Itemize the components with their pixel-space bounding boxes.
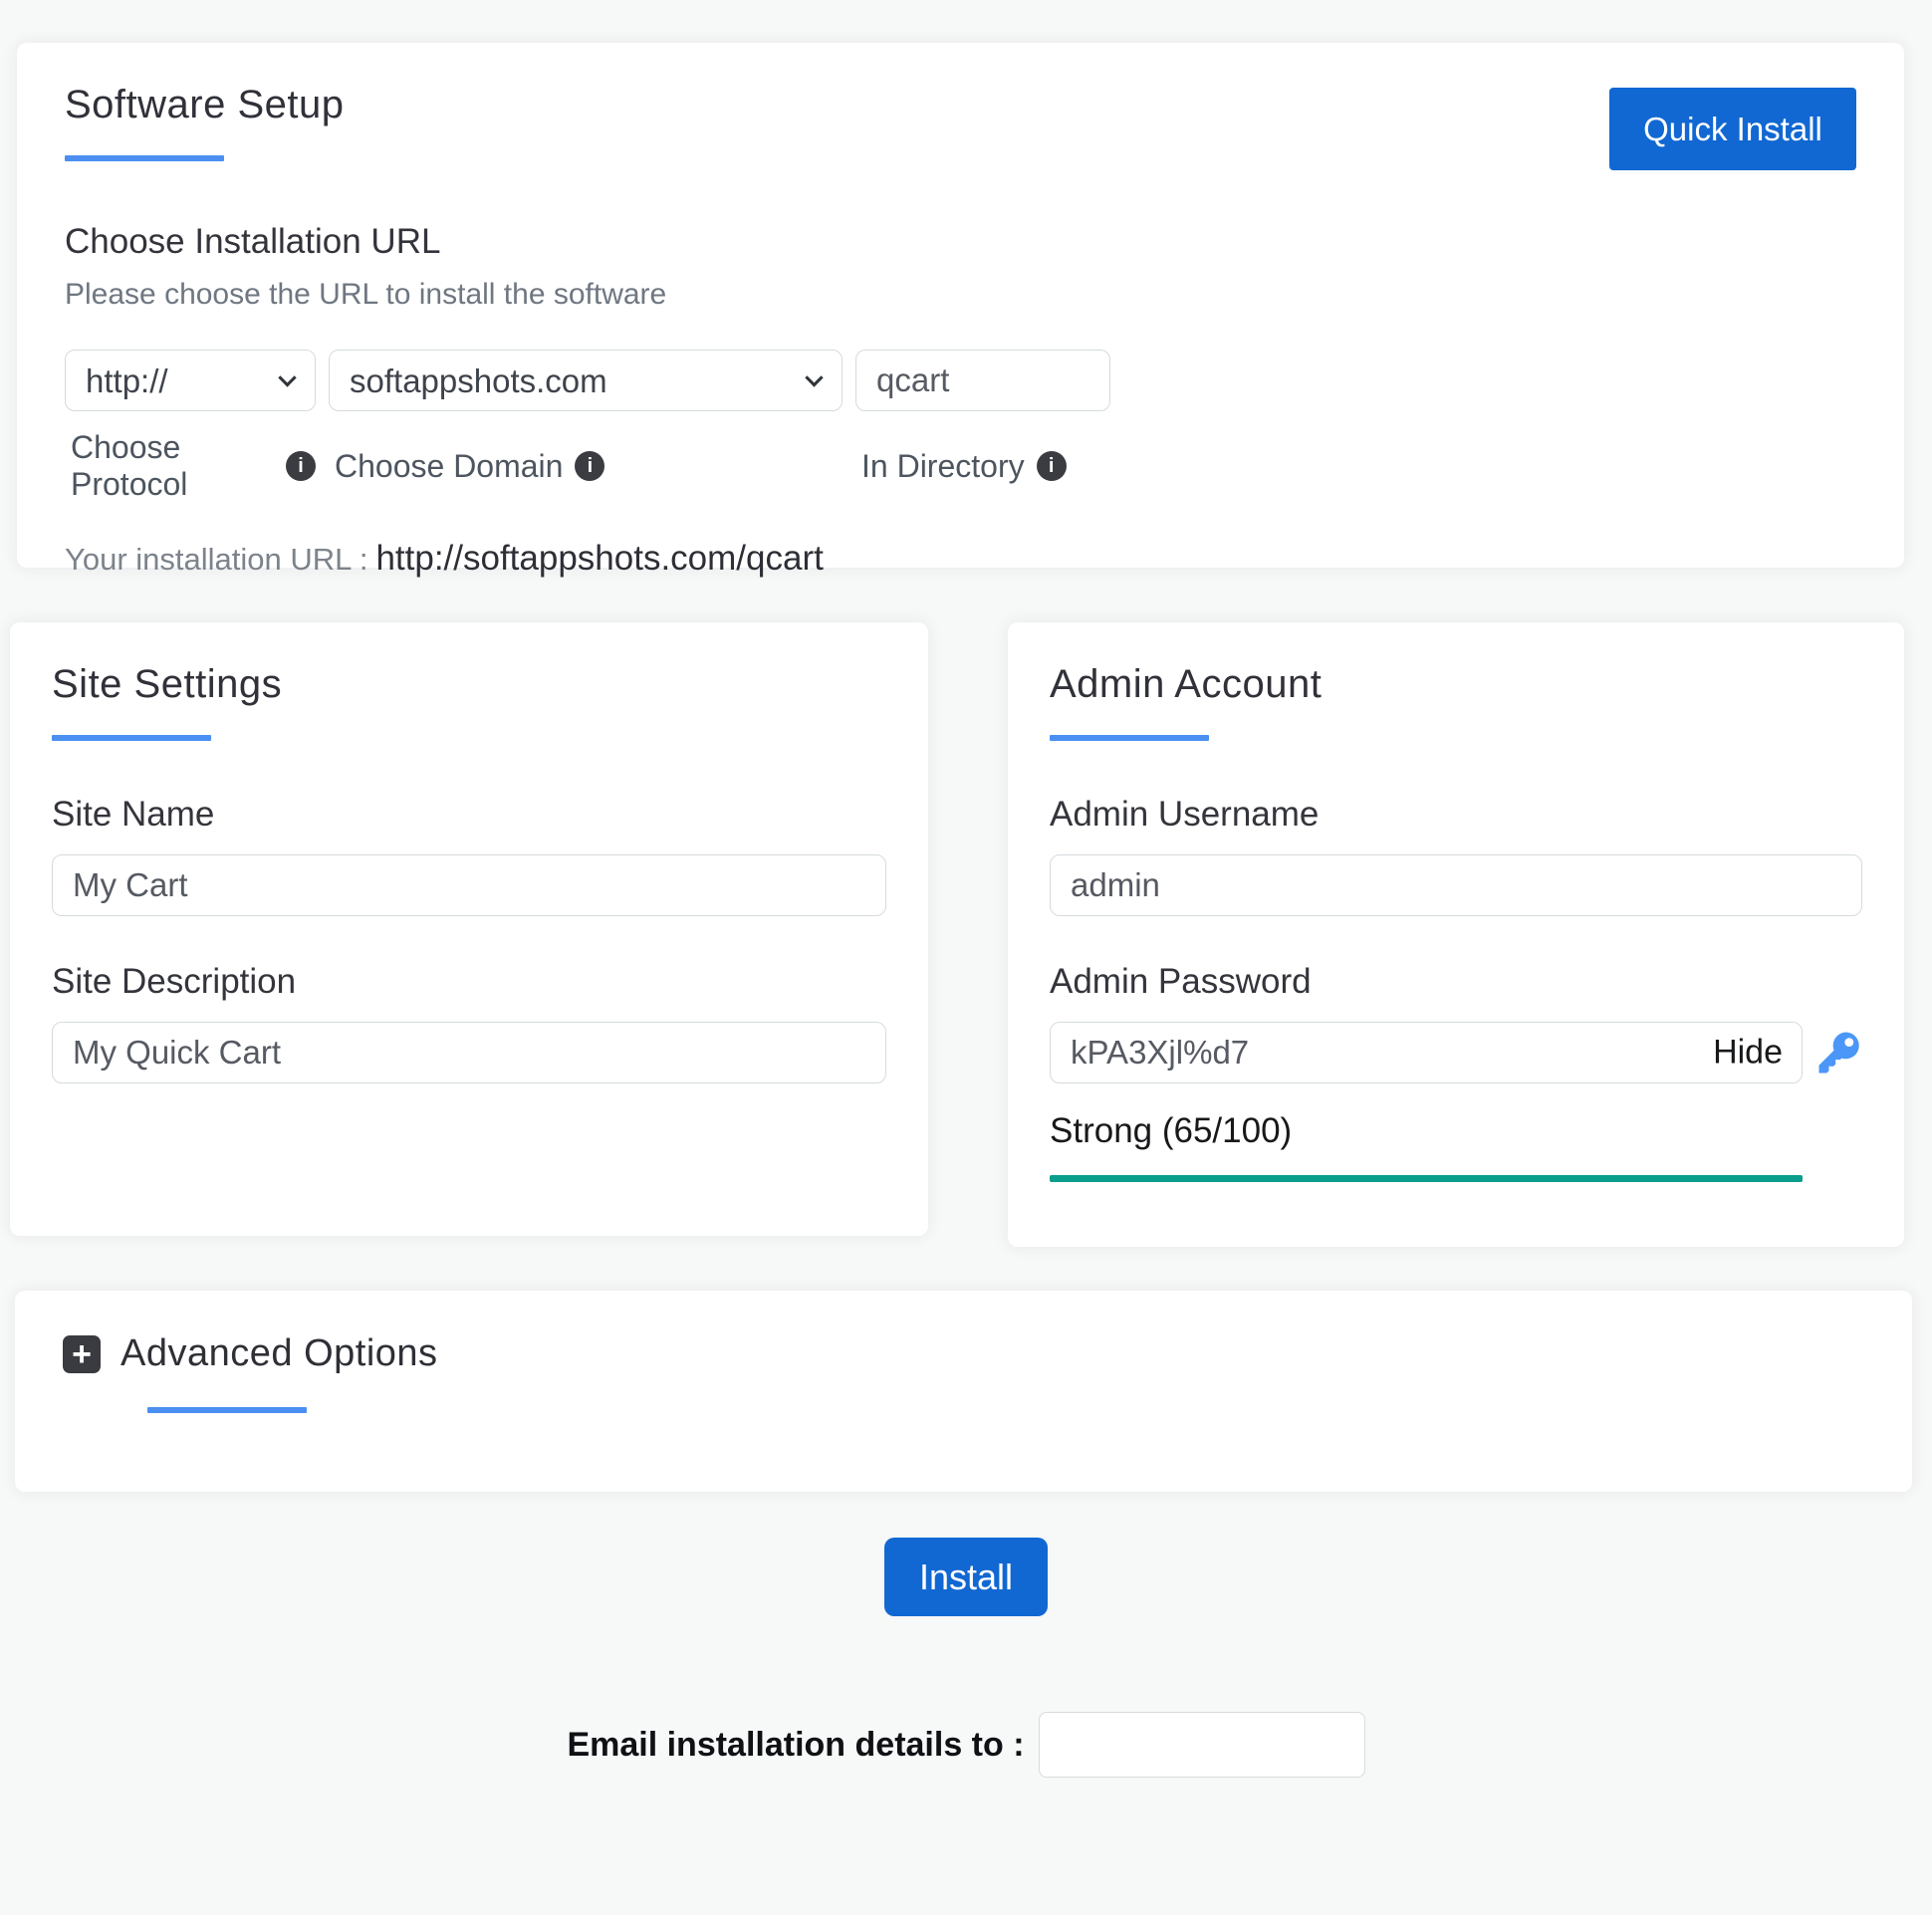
admin-username-label: Admin Username (1050, 795, 1320, 834)
directory-input[interactable] (855, 350, 1110, 411)
protocol-label: Choose Protocol (71, 429, 188, 502)
title-underline (65, 155, 224, 161)
admin-account-card: Admin Account Admin Username Admin Passw… (1008, 622, 1904, 1247)
advanced-options-title: Advanced Options (121, 1332, 438, 1374)
title-underline (147, 1407, 307, 1413)
install-button[interactable]: Install (884, 1538, 1048, 1616)
domain-label: Choose Domain (335, 447, 564, 484)
site-name-label: Site Name (52, 795, 215, 834)
site-name-input[interactable] (52, 854, 886, 916)
admin-password-label: Admin Password (1050, 962, 1312, 1001)
email-details-input[interactable] (1038, 1712, 1365, 1778)
protocol-select[interactable]: http:// (65, 350, 316, 411)
domain-select[interactable]: softappshots.com (329, 350, 843, 411)
password-hide-toggle[interactable]: Hide (1713, 1034, 1783, 1073)
password-strength-track (1050, 1175, 1803, 1182)
title-underline (52, 735, 211, 741)
installation-url-value: http://softappshots.com/qcart (375, 539, 824, 578)
installation-url-label: Your installation URL : (65, 542, 368, 577)
software-setup-title: Software Setup (65, 83, 345, 126)
info-icon[interactable]: i (1036, 451, 1067, 481)
advanced-options-toggle[interactable]: + Advanced Options (63, 1332, 1864, 1375)
password-strength-text: Strong (65/100) (1050, 1111, 1293, 1150)
plus-icon[interactable]: + (63, 1334, 101, 1373)
directory-label: In Directory (861, 447, 1025, 484)
site-settings-card: Site Settings Site Name Site Description (10, 622, 928, 1236)
password-strength-bar (1050, 1175, 1803, 1182)
advanced-options-card: + Advanced Options (15, 1291, 1912, 1492)
site-description-label: Site Description (52, 962, 297, 1001)
info-icon[interactable]: i (286, 451, 316, 481)
admin-account-title: Admin Account (1050, 662, 1323, 706)
choose-installation-url-title: Choose Installation URL (65, 222, 441, 261)
site-description-input[interactable] (52, 1022, 886, 1083)
title-underline (1050, 735, 1209, 741)
email-details-label: Email installation details to : (567, 1725, 1025, 1764)
site-settings-title: Site Settings (52, 662, 283, 706)
admin-password-input[interactable] (1050, 1022, 1803, 1083)
info-icon[interactable]: i (575, 451, 605, 481)
admin-username-input[interactable] (1050, 854, 1862, 916)
software-setup-card: Software Setup Quick Install Choose Inst… (17, 43, 1904, 578)
quick-install-button[interactable]: Quick Install (1609, 88, 1856, 170)
key-icon[interactable] (1816, 1030, 1862, 1076)
choose-installation-url-subtitle: Please choose the URL to install the sof… (65, 278, 667, 311)
